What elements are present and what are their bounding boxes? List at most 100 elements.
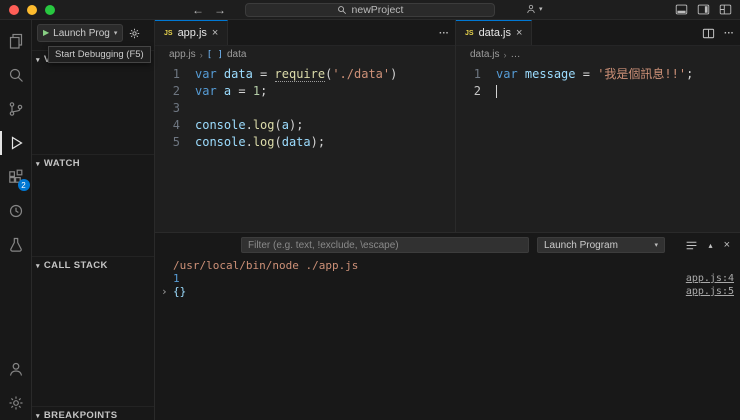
- code-token: (: [274, 135, 282, 149]
- code-line[interactable]: 1 var message = '我是個訊息!!';: [456, 66, 740, 83]
- tooltip: Start Debugging (F5): [48, 46, 151, 63]
- maximize-panel-icon[interactable]: [709, 241, 713, 250]
- gear-icon[interactable]: [128, 27, 141, 40]
- start-debugging-button[interactable]: Launch Prog: [37, 24, 124, 42]
- debug-toolbar: Launch Prog: [32, 20, 154, 46]
- tab-app-js[interactable]: app.js: [155, 20, 229, 45]
- breadcrumb-symbol[interactable]: data: [227, 49, 246, 60]
- close-icon[interactable]: [516, 28, 522, 39]
- activity-item-explorer[interactable]: [0, 24, 32, 58]
- run-debug-icon: [11, 136, 23, 150]
- chevron-right-icon: [503, 50, 506, 60]
- code-text: var data = require('./data'): [195, 66, 397, 83]
- list-tree-icon[interactable]: [685, 239, 698, 252]
- line-number[interactable]: 1: [456, 66, 496, 83]
- launch-config-label: Launch Prog: [53, 27, 110, 39]
- activity-item-history[interactable]: [0, 194, 32, 228]
- console-row[interactable]: {} app.js:5: [155, 285, 740, 298]
- code-line[interactable]: 2: [456, 83, 740, 100]
- code-line[interactable]: 4 console.log(a);: [155, 117, 455, 134]
- line-number[interactable]: 3: [155, 100, 195, 117]
- line-number[interactable]: 1: [155, 66, 195, 83]
- section-label: CALL STACK: [43, 260, 108, 271]
- window-controls: [9, 5, 55, 15]
- section-label: BREAKPOINTS: [43, 410, 118, 420]
- minimize-window-button[interactable]: [27, 5, 37, 15]
- code-token: './data': [332, 67, 391, 81]
- chevron-down-icon: [654, 241, 658, 249]
- code-token: =: [231, 84, 253, 98]
- activity-item-extensions[interactable]: 2: [0, 160, 32, 194]
- back-arrow-icon[interactable]: [192, 3, 204, 17]
- activity-item-search[interactable]: [0, 58, 32, 92]
- toggle-panel-icon[interactable]: [675, 3, 688, 16]
- code-line[interactable]: 2 var a = 1;: [155, 83, 455, 100]
- maximize-window-button[interactable]: [45, 5, 55, 15]
- split-editor-icon[interactable]: [702, 27, 715, 40]
- code-line[interactable]: 1 var data = require('./data'): [155, 66, 455, 83]
- code-token: log: [252, 135, 275, 149]
- close-icon[interactable]: [212, 28, 218, 39]
- javascript-file-icon: [465, 30, 474, 37]
- line-number[interactable]: 2: [155, 83, 195, 100]
- tab-data-js[interactable]: data.js: [456, 20, 533, 45]
- breadcrumb-symbol[interactable]: …: [510, 49, 520, 60]
- activity-item-source-control[interactable]: [0, 92, 32, 126]
- debug-console-panel: Launch Program /usr/local/bin/node ./app…: [155, 232, 740, 420]
- breadcrumb-file[interactable]: data.js: [470, 49, 499, 60]
- vscode-window: newProject: [0, 0, 740, 420]
- forward-arrow-icon[interactable]: [214, 3, 226, 17]
- code-line[interactable]: 5 console.log(data);: [155, 134, 455, 151]
- activity-item-run-debug[interactable]: [0, 126, 32, 160]
- search-icon: [9, 68, 23, 82]
- launch-config-dropdown[interactable]: Launch Program: [537, 237, 665, 253]
- section-watch[interactable]: WATCH: [32, 154, 154, 172]
- code-token: log: [252, 118, 275, 132]
- code-line[interactable]: 3: [155, 100, 455, 117]
- customize-layout-icon[interactable]: [719, 3, 732, 16]
- breadcrumb: app.js data: [155, 46, 455, 63]
- command-center-search[interactable]: newProject: [245, 3, 495, 17]
- console-filter-input[interactable]: [241, 237, 529, 253]
- code-text: var message = '我是個訊息!!';: [496, 66, 693, 83]
- code-text: console.log(data);: [195, 134, 325, 151]
- account-menu[interactable]: [525, 3, 543, 15]
- person-icon: [9, 362, 22, 376]
- line-number[interactable]: 2: [456, 83, 496, 100]
- close-window-button[interactable]: [9, 5, 19, 15]
- activity-item-settings[interactable]: [0, 386, 32, 420]
- code-token: var: [496, 67, 518, 81]
- code-editor: 1 var message = '我是個訊息!!'; 2: [456, 63, 740, 100]
- expand-chevron-icon[interactable]: [161, 285, 168, 298]
- code-text: var a = 1;: [195, 83, 267, 100]
- symbol-variable-icon: [207, 50, 223, 60]
- breadcrumb-file[interactable]: app.js: [169, 49, 196, 60]
- code-token: '我是個訊息!!': [597, 67, 687, 81]
- line-number[interactable]: 4: [155, 117, 195, 134]
- line-number[interactable]: 5: [155, 134, 195, 151]
- section-breakpoints[interactable]: BREAKPOINTS: [32, 406, 154, 420]
- console-value-text: 1: [173, 272, 180, 285]
- code-token: ;: [260, 84, 268, 98]
- section-call-stack[interactable]: CALL STACK: [32, 256, 154, 274]
- more-actions-icon[interactable]: [439, 28, 449, 39]
- dropdown-value: Launch Program: [544, 239, 618, 251]
- source-control-icon: [9, 102, 22, 116]
- code-token: .: [245, 135, 253, 149]
- toggle-secondary-sidebar-icon[interactable]: [697, 3, 710, 16]
- activity-item-testing[interactable]: [0, 228, 32, 262]
- code-token: a: [281, 118, 289, 132]
- source-link[interactable]: app.js:4: [686, 272, 734, 285]
- console-row: /usr/local/bin/node ./app.js: [155, 259, 740, 272]
- run-debug-sidebar: Launch Prog Start Debugging (F5) VARIABL…: [32, 20, 155, 420]
- activity-item-accounts[interactable]: [0, 352, 32, 386]
- search-icon: [337, 6, 346, 15]
- title-bar: newProject: [0, 0, 740, 20]
- close-panel-icon[interactable]: [724, 240, 730, 251]
- more-actions-icon[interactable]: [724, 28, 734, 39]
- source-link[interactable]: app.js:5: [686, 285, 734, 298]
- chevron-down-icon: [36, 262, 40, 270]
